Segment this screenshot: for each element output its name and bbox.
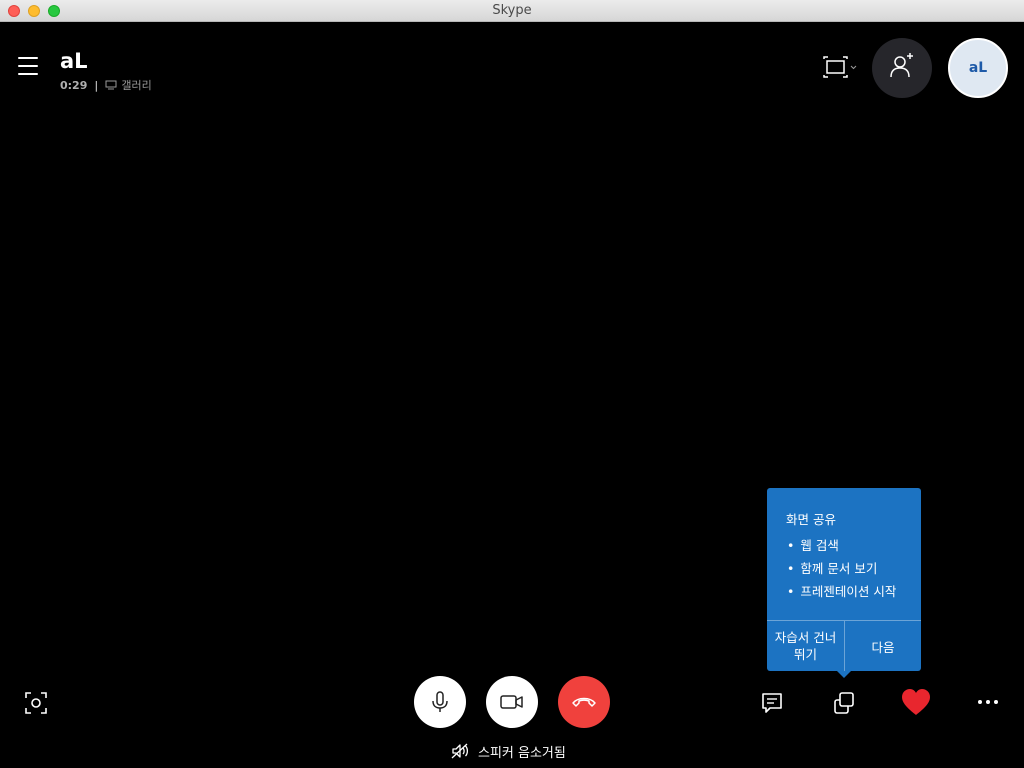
microphone-icon — [432, 691, 448, 712]
speaker-muted-icon — [451, 743, 469, 759]
add-participant-button[interactable] — [872, 38, 932, 98]
hamburger-menu-icon — [18, 65, 38, 67]
phone-hangup-icon — [572, 697, 596, 707]
hamburger-menu-icon — [18, 73, 38, 75]
camera-capture-icon — [25, 692, 47, 714]
speaker-muted-status: 스피커 음소거됨 — [450, 741, 566, 761]
add-person-icon — [890, 53, 913, 78]
share-screen-icon — [834, 692, 854, 714]
speaker-muted-label: 스피커 음소거됨 — [478, 745, 566, 761]
toggle-video-button[interactable] — [486, 676, 538, 728]
chat-icon — [762, 693, 782, 713]
tooltip-title: 화면 공유 — [786, 512, 836, 527]
mute-microphone-button[interactable] — [414, 676, 466, 728]
hamburger-menu-icon — [18, 57, 38, 59]
participant-avatar[interactable]: aL — [948, 38, 1008, 98]
window-title: Skype — [492, 3, 532, 18]
call-title: aL — [60, 49, 88, 73]
share-screen-tutorial-tooltip: 화면 공유 웹 검색 함께 문서 보기 프레젠테이션 시작 자습서 건너뛰기 다… — [767, 488, 921, 678]
tooltip-list-item: 웹 검색 — [787, 534, 896, 557]
open-chat-button[interactable] — [758, 689, 786, 717]
end-call-button[interactable] — [558, 676, 610, 728]
video-camera-icon — [500, 695, 523, 709]
layout-button[interactable] — [822, 56, 860, 80]
gallery-view-icon — [105, 80, 117, 90]
meta-separator: | — [94, 78, 99, 92]
heart-icon — [902, 689, 930, 715]
more-dots-icon — [978, 700, 998, 704]
share-screen-button[interactable] — [830, 689, 858, 717]
fullscreen-frame-icon — [823, 56, 857, 78]
tooltip-list: 웹 검색 함께 문서 보기 프레젠테이션 시작 — [787, 534, 896, 603]
tooltip-list-item: 프레젠테이션 시작 — [787, 580, 896, 603]
more-options-button[interactable] — [973, 692, 1003, 712]
call-stage: aL 0:29 | 갤러리 aL 화면 공유 웹 검색 함께 문서 보기 프레젠… — [0, 22, 1024, 768]
tooltip-arrow — [837, 671, 851, 678]
screenshot-button[interactable] — [22, 689, 50, 717]
send-reaction-button[interactable] — [899, 686, 933, 718]
skip-tutorial-button[interactable]: 자습서 건너뛰기 — [767, 621, 844, 671]
call-meta: 0:29 | 갤러리 — [60, 77, 152, 93]
tooltip-list-item: 함께 문서 보기 — [787, 557, 896, 580]
next-button[interactable]: 다음 — [845, 621, 921, 671]
view-mode-label[interactable]: 갤러리 — [121, 77, 151, 93]
menu-button[interactable] — [16, 56, 42, 78]
call-timer: 0:29 — [60, 78, 88, 92]
window-titlebar: Skype — [0, 0, 1024, 22]
